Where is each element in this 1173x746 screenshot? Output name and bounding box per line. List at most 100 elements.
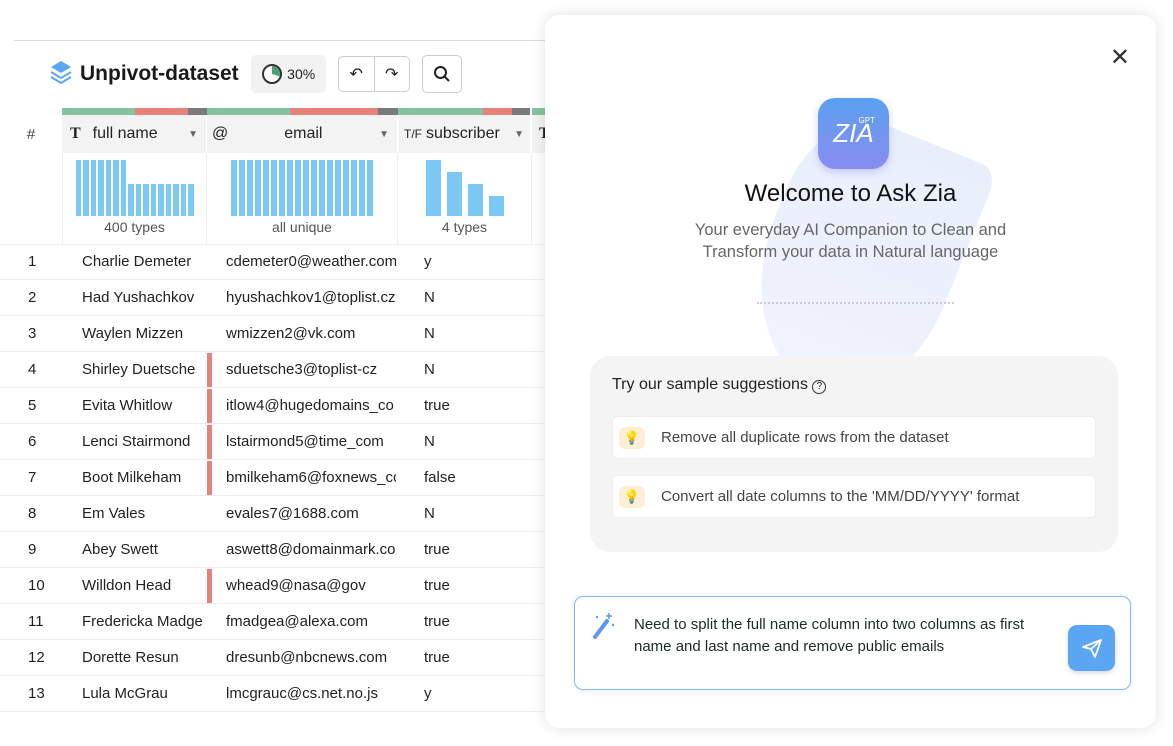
send-button[interactable] <box>1068 625 1115 671</box>
cell-subscriber[interactable]: true <box>424 541 450 558</box>
table-row[interactable]: 13 Lula McGrau lmcgrauc@cs.net.no.js y <box>0 676 545 712</box>
cell-full-name[interactable]: Em Vales <box>82 505 206 522</box>
row-number: 3 <box>28 325 37 342</box>
cell-full-name[interactable]: Evita Whitlow <box>82 397 206 414</box>
column-profile-full-name: 400 types <box>62 153 207 244</box>
cell-email[interactable]: wmizzen2@vk.com <box>226 325 396 342</box>
table-row[interactable]: 3 Waylen Mizzen wmizzen2@vk.com N <box>0 316 545 352</box>
histogram-bar <box>247 160 253 216</box>
table-row[interactable]: 8 Em Vales evales7@1688.com N <box>0 496 545 532</box>
histogram-bar <box>295 160 301 216</box>
cell-full-name[interactable]: Willdon Head <box>82 577 206 594</box>
cell-email[interactable]: lstairmond5@time_com <box>226 433 396 450</box>
histogram-bar <box>488 196 504 216</box>
undo-button[interactable]: ↶ <box>339 57 374 91</box>
row-number: 11 <box>28 613 44 630</box>
column-header-subscriber[interactable]: T/F subscriber ▼ <box>398 115 530 153</box>
cell-full-name[interactable]: Lula McGrau <box>82 685 206 702</box>
help-icon[interactable]: ? <box>812 380 827 394</box>
histogram-bar <box>158 184 164 216</box>
histogram-bar <box>113 160 119 216</box>
cell-subscriber[interactable]: true <box>424 613 450 630</box>
table-row[interactable]: 7 Boot Milkeham bmilkeham6@foxnews_co false <box>0 460 545 496</box>
histogram-bar <box>279 160 285 216</box>
histogram-bar <box>105 160 111 216</box>
cell-email[interactable]: dresunb@nbcnews.com <box>226 649 396 666</box>
quality-progress[interactable]: 30% <box>250 55 326 93</box>
row-number: 13 <box>28 685 45 702</box>
table-row[interactable]: 12 Dorette Resun dresunb@nbcnews.com true <box>0 640 545 676</box>
cell-full-name[interactable]: Lenci Stairmond <box>82 433 206 450</box>
redo-button[interactable]: ↷ <box>373 57 409 91</box>
cell-email[interactable]: whead9@nasa@gov <box>226 577 396 594</box>
cell-subscriber[interactable]: y <box>424 685 432 702</box>
cell-email[interactable]: lmcgrauc@cs.net.no.js <box>226 685 396 702</box>
table-row[interactable]: 9 Abey Swett aswett8@domainmark.co true <box>0 532 545 568</box>
histogram-bar <box>271 160 277 216</box>
cell-email[interactable]: aswett8@domainmark.co <box>226 541 396 558</box>
search-button[interactable] <box>421 55 462 93</box>
table-row[interactable]: 2 Had Yushachkov hyushachkov1@toplist.cz N <box>0 280 545 316</box>
table-row[interactable]: 11 Fredericka Madge fmadgea@alexa.com true <box>0 604 545 640</box>
cell-email[interactable]: evales7@1688.com <box>226 505 396 522</box>
profile-label: 400 types <box>104 219 165 235</box>
cell-subscriber[interactable]: y <box>424 253 432 270</box>
dataset-grid: Unpivot-dataset 30% ↶ ↷ # T full name ▼ … <box>0 0 560 746</box>
table-row[interactable]: 1 Charlie Demeter cdemeter0@weather.com y <box>0 244 545 280</box>
email-type-icon: @ <box>212 125 229 142</box>
quality-bar-missing <box>378 108 398 115</box>
column-header-full-name[interactable]: T full name ▼ <box>62 115 206 153</box>
suggestions-card: Try our sample suggestions ? 💡 Remove all… <box>590 356 1118 552</box>
histogram-bar <box>343 160 349 216</box>
cell-subscriber[interactable]: N <box>424 505 435 522</box>
cell-full-name[interactable]: Dorette Resun <box>82 649 206 666</box>
table-row[interactable]: 5 Evita Whitlow itlow4@hugedomains_co true <box>0 388 545 424</box>
row-number: 2 <box>28 289 37 306</box>
row-number: 7 <box>28 469 37 486</box>
histogram-bar <box>446 172 462 216</box>
invalid-marker <box>207 461 212 495</box>
suggestion-item[interactable]: 💡 Convert all date columns to the 'MM/DD/… <box>612 475 1096 518</box>
cell-full-name[interactable]: Boot Milkeham <box>82 469 206 486</box>
histogram-bar <box>150 184 156 216</box>
cell-subscriber[interactable]: true <box>424 577 450 594</box>
cell-email[interactable]: sduetsche3@toplist-cz <box>226 361 396 378</box>
histogram-bar <box>367 160 373 216</box>
cell-full-name[interactable]: Had Yushachkov <box>82 289 206 306</box>
quality-bar-missing <box>512 108 530 115</box>
cell-full-name[interactable]: Fredericka Madge <box>82 613 206 630</box>
zia-logo: ZIA GPT <box>818 98 889 169</box>
cell-subscriber[interactable]: true <box>424 397 450 414</box>
table-row[interactable]: 10 Willdon Head whead9@nasa@gov true <box>0 568 545 604</box>
cell-email[interactable]: fmadgea@alexa.com <box>226 613 396 630</box>
cell-subscriber[interactable]: N <box>424 325 435 342</box>
magic-wand-icon <box>591 611 617 645</box>
cell-subscriber[interactable]: true <box>424 649 450 666</box>
cell-email[interactable]: cdemeter0@weather.com <box>226 253 396 270</box>
prompt-input[interactable]: Need to split the full name column into … <box>574 596 1131 690</box>
histogram-bar <box>239 160 245 216</box>
chevron-down-icon[interactable]: ▼ <box>379 129 389 140</box>
column-header-email[interactable]: @ email ▼ <box>207 115 397 153</box>
cell-email[interactable]: itlow4@hugedomains_co <box>226 397 396 414</box>
suggestion-item[interactable]: 💡 Remove all duplicate rows from the data… <box>612 416 1096 459</box>
cell-full-name[interactable]: Waylen Mizzen <box>82 325 206 342</box>
chevron-down-icon[interactable]: ▼ <box>188 129 198 140</box>
table-row[interactable]: 6 Lenci Stairmond lstairmond5@time_com N <box>0 424 545 460</box>
cell-full-name[interactable]: Abey Swett <box>82 541 206 558</box>
cell-subscriber[interactable]: N <box>424 361 435 378</box>
cell-email[interactable]: hyushachkov1@toplist.cz <box>226 289 396 306</box>
close-icon[interactable]: ✕ <box>1110 43 1130 72</box>
cell-subscriber[interactable]: N <box>424 289 435 306</box>
histogram-bar <box>180 184 186 216</box>
cell-subscriber[interactable]: N <box>424 433 435 450</box>
cell-email[interactable]: bmilkeham6@foxnews_co <box>226 469 396 486</box>
cell-subscriber[interactable]: false <box>424 469 456 486</box>
histogram-bar <box>165 184 171 216</box>
row-number: 10 <box>28 577 45 594</box>
cell-full-name[interactable]: Charlie Demeter <box>82 253 206 270</box>
table-row[interactable]: 4 Shirley Duetsche sduetsche3@toplist-cz N <box>0 352 545 388</box>
chevron-down-icon[interactable]: ▼ <box>514 129 524 140</box>
histogram-bar <box>143 184 149 216</box>
cell-full-name[interactable]: Shirley Duetsche <box>82 361 206 378</box>
